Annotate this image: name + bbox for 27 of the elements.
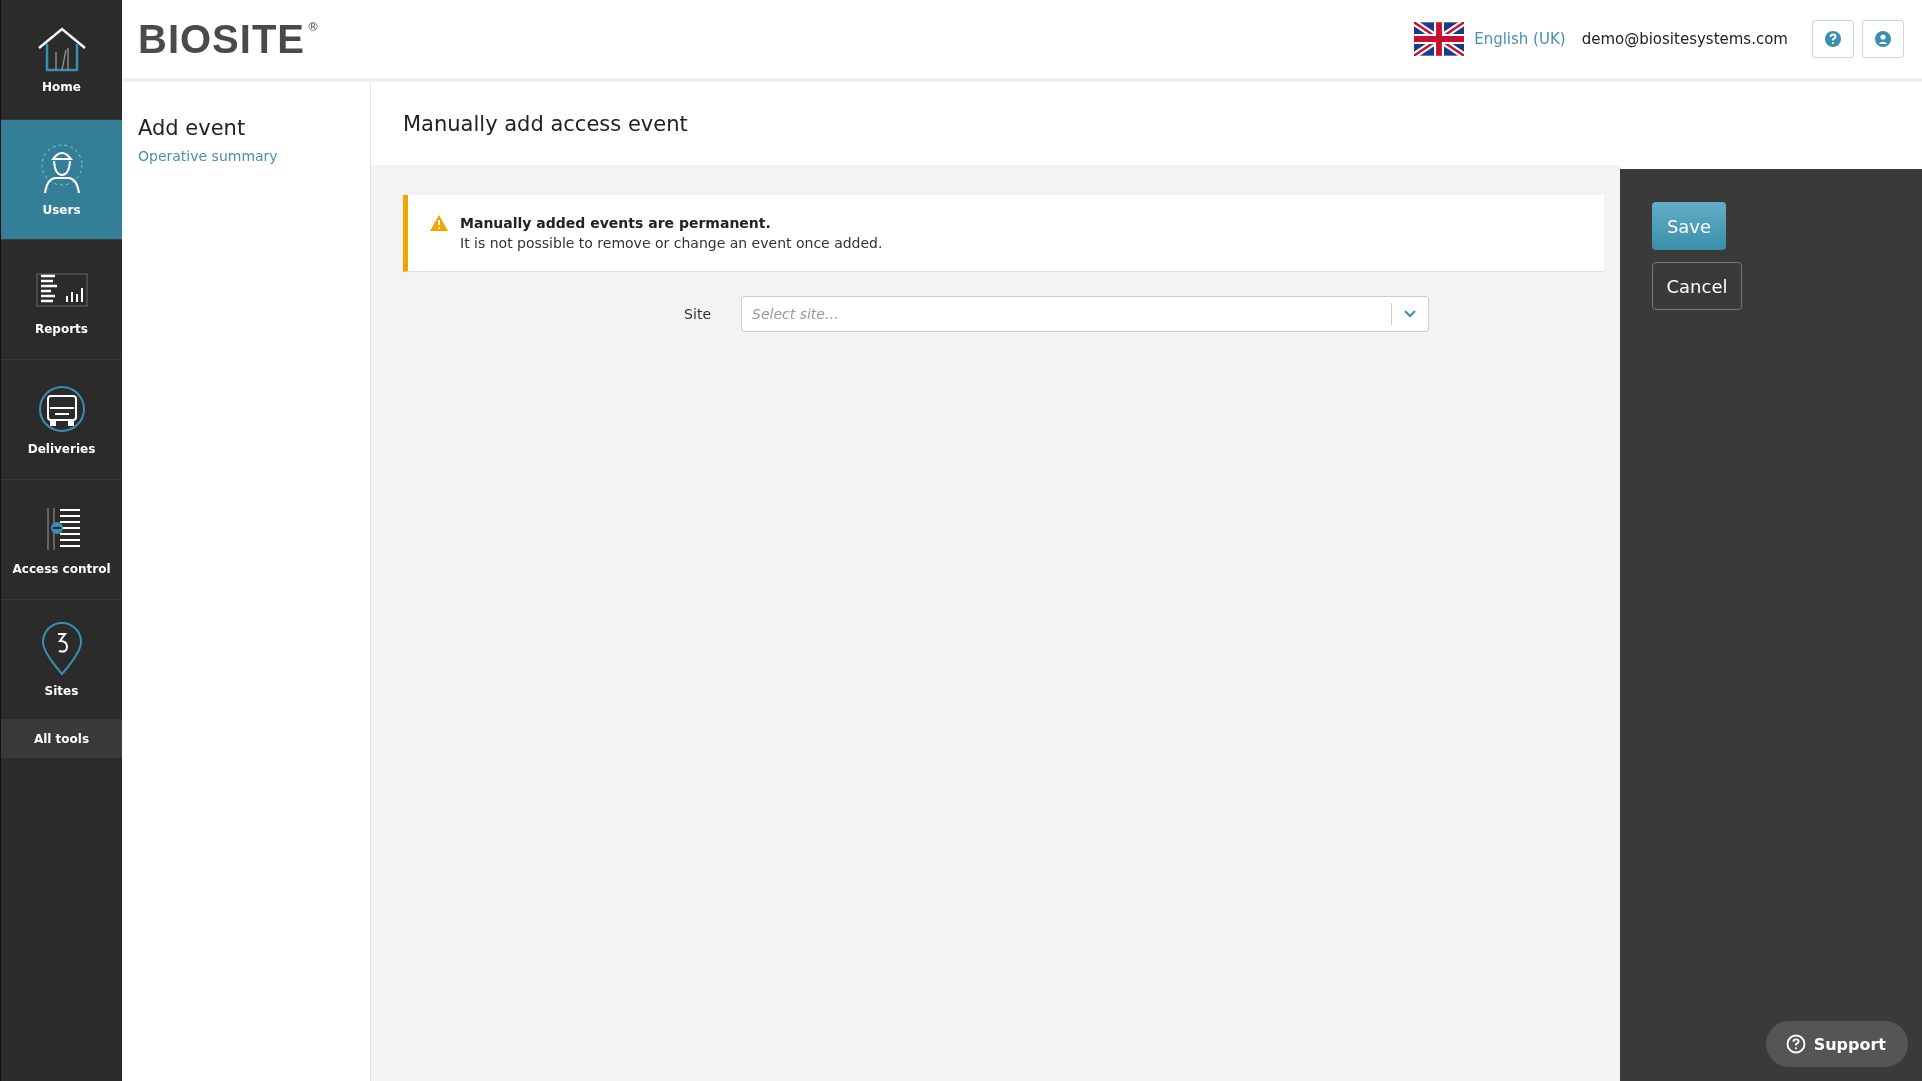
cancel-button[interactable]: Cancel bbox=[1652, 262, 1742, 310]
help-button[interactable] bbox=[1812, 20, 1854, 58]
field-label: Site bbox=[683, 306, 711, 322]
support-button[interactable]: Support bbox=[1765, 1021, 1908, 1067]
location-pin-icon bbox=[40, 621, 83, 676]
warning-title: Manually added events are permanent. bbox=[460, 215, 772, 231]
flag-icon bbox=[1414, 22, 1465, 56]
all-tools-button[interactable]: All tools bbox=[1, 720, 122, 758]
help-icon bbox=[1825, 31, 1841, 47]
chevron-down-icon bbox=[1404, 310, 1416, 318]
operative-summary-link[interactable]: Operative summary bbox=[138, 148, 278, 164]
user-email: demo@biositesystems.com bbox=[1581, 30, 1788, 48]
truck-icon bbox=[36, 383, 87, 434]
page-title: Add event bbox=[138, 116, 247, 140]
worker-icon bbox=[38, 142, 85, 195]
help-icon bbox=[1785, 1034, 1806, 1054]
logo: BIOSITE bbox=[138, 16, 306, 62]
registered-mark: ® bbox=[307, 20, 320, 34]
site-dropdown[interactable]: Select site… bbox=[741, 296, 1429, 332]
sidebar-item[interactable]: Users bbox=[1, 120, 122, 240]
warning-icon bbox=[430, 215, 448, 231]
account-button[interactable] bbox=[1862, 20, 1904, 58]
user-icon bbox=[1875, 31, 1891, 47]
warning-text: It is not possible to remove or change an event once added. bbox=[460, 235, 883, 251]
form-title: Manually add access event bbox=[403, 111, 688, 136]
site-field[interactable]: Select site… bbox=[742, 305, 1391, 323]
language-link[interactable]: English (UK) bbox=[1474, 30, 1566, 48]
